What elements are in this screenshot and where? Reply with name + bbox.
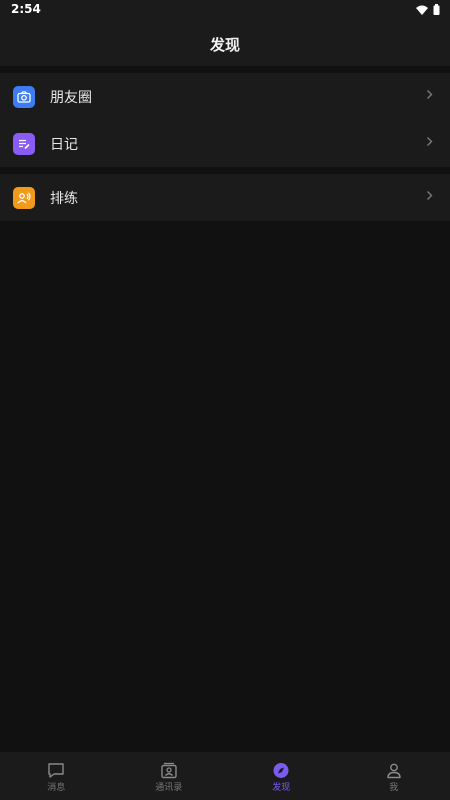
tab-contacts[interactable]: 通讯录 bbox=[113, 752, 226, 800]
battery-icon bbox=[433, 4, 440, 15]
camera-icon bbox=[13, 85, 35, 108]
tab-me[interactable]: 我 bbox=[338, 752, 450, 800]
tab-label: 通讯录 bbox=[155, 783, 183, 793]
menu-item-diary[interactable]: 日记 bbox=[0, 120, 450, 167]
tab-label: 消息 bbox=[47, 783, 66, 793]
tab-discover[interactable]: 发现 bbox=[225, 752, 338, 800]
chat-icon bbox=[48, 763, 64, 778]
menu-item-label: 排练 bbox=[50, 190, 78, 207]
menu-item-moments[interactable]: 朋友圈 bbox=[0, 73, 450, 120]
person-icon bbox=[387, 763, 401, 779]
diary-icon bbox=[13, 132, 35, 155]
chevron-right-icon bbox=[427, 191, 433, 200]
header: 发现 bbox=[0, 20, 450, 66]
chevron-right-icon bbox=[427, 137, 433, 146]
contacts-icon bbox=[161, 762, 177, 779]
tab-messages[interactable]: 消息 bbox=[0, 752, 113, 800]
page-title: 发现 bbox=[209, 36, 240, 54]
menu-item-label: 朋友圈 bbox=[50, 89, 92, 106]
tab-label: 我 bbox=[389, 783, 399, 793]
menu-item-label: 日记 bbox=[50, 136, 78, 153]
menu-group-1: 朋友圈 日记 bbox=[0, 73, 450, 167]
status-time: 2:54 bbox=[11, 2, 41, 16]
status-bar: 2:54 bbox=[0, 0, 450, 20]
menu-group-2: 排练 bbox=[0, 174, 450, 221]
menu-item-rehearsal[interactable]: 排练 bbox=[0, 174, 450, 221]
tab-label: 发现 bbox=[272, 783, 291, 793]
rehearsal-icon bbox=[13, 186, 35, 209]
bottom-tab-bar: 消息 通讯录 发现 我 bbox=[0, 752, 450, 800]
wifi-icon bbox=[416, 5, 428, 15]
chevron-right-icon bbox=[427, 90, 433, 99]
compass-icon bbox=[273, 763, 289, 778]
